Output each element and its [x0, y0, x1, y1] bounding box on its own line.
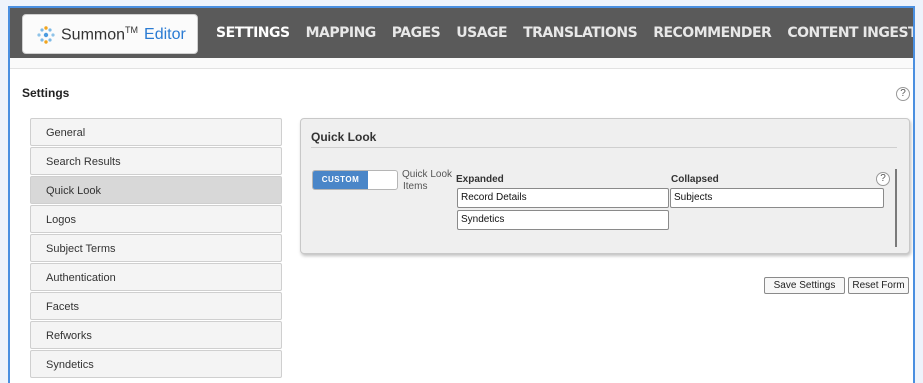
logo-editor-label: Editor — [144, 26, 186, 44]
page-title: Settings — [22, 86, 70, 100]
expanded-item[interactable]: Syndetics — [457, 210, 669, 230]
sidebar-item-syndetics[interactable]: Syndetics — [30, 350, 282, 378]
main-nav: SETTINGS MAPPING PAGES USAGE TRANSLATION… — [216, 8, 913, 58]
collapsed-item[interactable]: Subjects — [670, 188, 884, 208]
nav-translations[interactable]: TRANSLATIONS — [523, 25, 638, 41]
header-strip — [10, 58, 913, 69]
panel-title: Quick Look — [311, 130, 377, 144]
items-label-line1: Quick Look — [402, 169, 453, 180]
quick-look-panel: Quick Look CUSTOM Quick Look Items Expan… — [300, 118, 910, 254]
summon-dots-icon — [37, 26, 55, 44]
sidebar-item-facets[interactable]: Facets — [30, 292, 282, 320]
logo-text: SummonTM Editor — [61, 25, 186, 44]
nav-recommender[interactable]: RECOMMENDER — [653, 25, 772, 41]
list-scrollbar[interactable] — [895, 169, 897, 247]
nav-pages[interactable]: PAGES — [392, 25, 441, 41]
collapsed-header: Collapsed — [671, 174, 719, 185]
custom-toggle[interactable]: CUSTOM — [312, 170, 398, 190]
app-frame: SummonTM Editor SETTINGS MAPPING PAGES US… — [8, 6, 915, 383]
sidebar-item-quick-look[interactable]: Quick Look — [30, 176, 282, 204]
sidebar-item-general[interactable]: General — [30, 118, 282, 146]
quick-look-help-icon[interactable]: ? — [876, 172, 890, 186]
logo-trademark: TM — [125, 25, 139, 35]
expanded-item[interactable]: Record Details — [457, 188, 669, 208]
sidebar-item-authentication[interactable]: Authentication — [30, 263, 282, 291]
top-navigation-bar: SummonTM Editor SETTINGS MAPPING PAGES US… — [10, 8, 913, 58]
items-label-line2: Items — [403, 181, 428, 192]
nav-usage[interactable]: USAGE — [456, 25, 507, 41]
reset-form-button[interactable]: Reset Form — [848, 277, 909, 294]
expanded-header: Expanded — [456, 174, 504, 185]
nav-content-ingestion[interactable]: CONTENT INGESTION — [787, 25, 913, 41]
nav-settings[interactable]: SETTINGS — [216, 25, 290, 41]
summon-editor-logo[interactable]: SummonTM Editor — [22, 14, 198, 54]
sidebar-item-refworks[interactable]: Refworks — [30, 321, 282, 349]
settings-sidebar: General Search Results Quick Look Logos … — [30, 118, 282, 379]
page-help-icon[interactable]: ? — [896, 87, 910, 101]
sidebar-item-search-results[interactable]: Search Results — [30, 147, 282, 175]
save-settings-button[interactable]: Save Settings — [764, 277, 845, 294]
logo-name: Summon — [61, 26, 126, 44]
toggle-on-label: CUSTOM — [313, 171, 368, 189]
panel-divider — [311, 147, 897, 148]
sidebar-item-logos[interactable]: Logos — [30, 205, 282, 233]
quick-look-items-label: Quick Look Items — [402, 169, 452, 193]
nav-mapping[interactable]: MAPPING — [306, 25, 377, 41]
sidebar-item-subject-terms[interactable]: Subject Terms — [30, 234, 282, 262]
